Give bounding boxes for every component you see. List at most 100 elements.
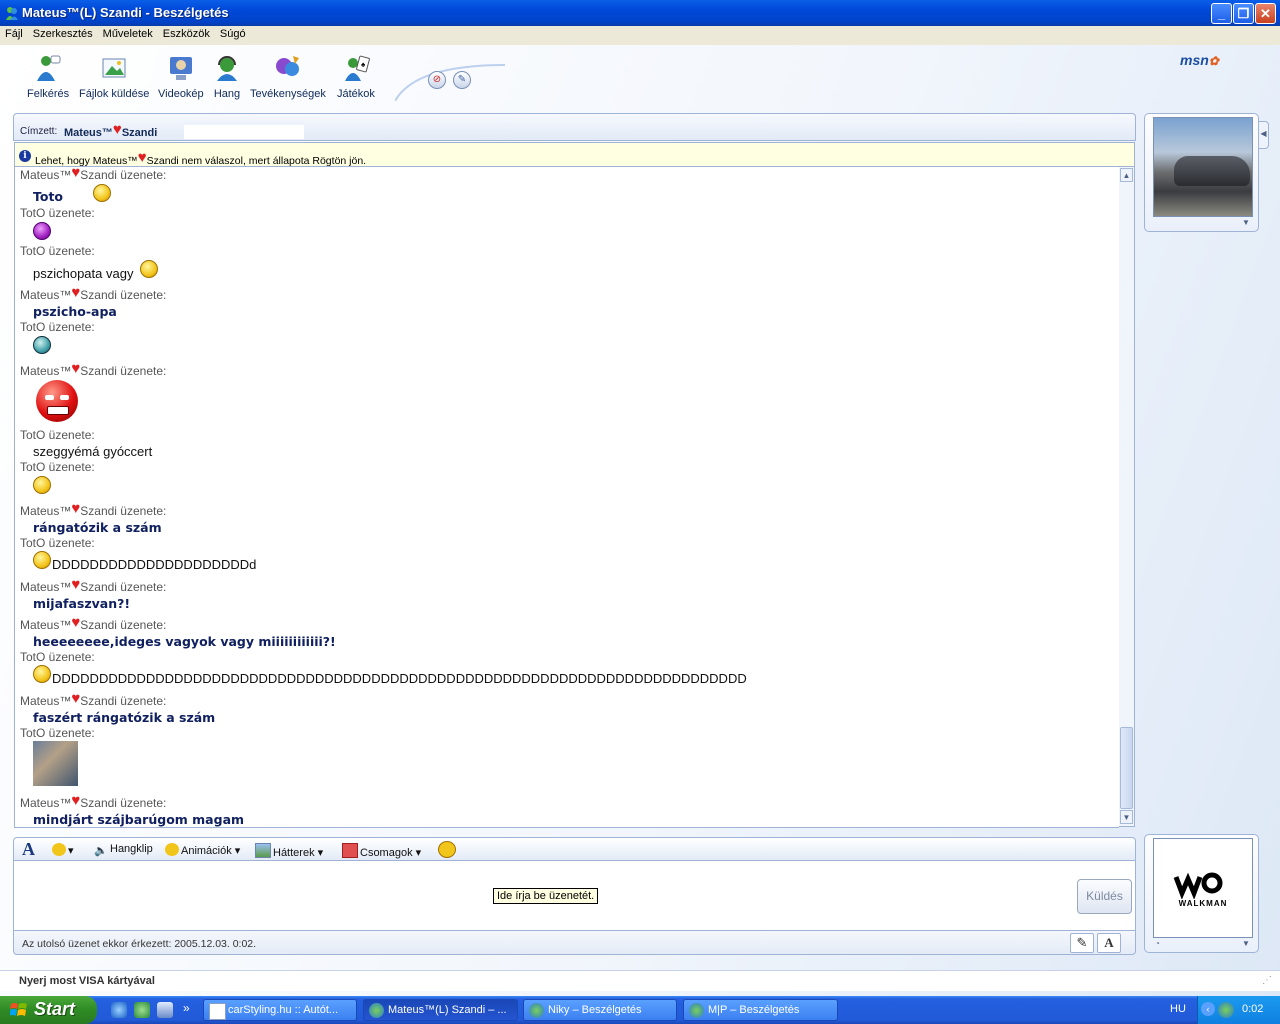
internet-explorer-icon[interactable] xyxy=(111,1002,127,1018)
gift-icon xyxy=(342,843,358,858)
voice-label: Hang xyxy=(213,88,241,100)
contact-name[interactable]: Mateus™ ♥ Szandi xyxy=(64,122,157,139)
messenger-tray-icon[interactable] xyxy=(1218,1002,1234,1018)
heart-icon: ♥ xyxy=(71,576,81,593)
block-button[interactable]: ⊘ xyxy=(428,71,446,89)
sender-label: Mateus™ ♥ Szandi üzenete: xyxy=(20,284,167,302)
handwriting-button[interactable]: ✎ xyxy=(1070,933,1094,953)
message-text: heeeeeeee,ideges vagyok vagy miiiiiiiiii… xyxy=(33,634,336,649)
close-button[interactable]: ✕ xyxy=(1255,3,1276,24)
invite-icon xyxy=(37,55,61,81)
task-mateus-chat[interactable]: Mateus™(L) Szandi – ... xyxy=(363,999,518,1021)
status-warning: i Lehet, hogy Mateus™ ♥ Szandi nem válas… xyxy=(14,142,1135,167)
packs-button[interactable]: Csomagok ▾ xyxy=(342,843,421,859)
messenger-quicklaunch-icon[interactable] xyxy=(134,1002,150,1018)
block-icon: ⊘ xyxy=(432,74,442,85)
wink-icon xyxy=(165,843,179,856)
smile-emoticon xyxy=(140,260,158,278)
nudge-button[interactable] xyxy=(438,841,458,859)
activities-label: Tevékenységek xyxy=(250,88,326,100)
smile-icon xyxy=(52,843,66,856)
brush-icon: ✎ xyxy=(457,74,467,85)
activities-button[interactable]: Tevékenységek xyxy=(250,53,326,100)
sender-label: TotO üzenete: xyxy=(20,320,95,334)
send-files-button[interactable]: Fájlok küldése xyxy=(79,53,149,100)
msn-messenger-icon xyxy=(689,1003,704,1018)
send-button[interactable]: Küldés xyxy=(1077,879,1132,914)
chevron-left-icon[interactable]: ‹ xyxy=(1201,1002,1215,1016)
start-button[interactable]: Start xyxy=(0,996,97,1024)
sender-label: Mateus™ ♥ Szandi üzenete: xyxy=(20,360,167,378)
sender-label: Mateus™ ♥ Szandi üzenete: xyxy=(20,792,167,810)
walkman-ad[interactable]: WALKMAN xyxy=(1153,838,1253,938)
scroll-up-button[interactable]: ▲ xyxy=(1120,168,1133,182)
scroll-thumb[interactable] xyxy=(1120,727,1133,809)
language-indicator[interactable]: HU xyxy=(1170,1003,1186,1015)
task-label: Mateus™(L) Szandi – ... xyxy=(388,1004,507,1016)
sender-label: Mateus™ ♥ Szandi üzenete: xyxy=(20,614,167,632)
task-mp-chat[interactable]: M|P – Beszélgetés xyxy=(683,999,838,1021)
msn-messenger-icon xyxy=(369,1003,384,1018)
task-label: carStyling.hu :: Autót... xyxy=(228,1004,339,1016)
quicklaunch-more[interactable]: » xyxy=(183,1001,190,1015)
title-bar[interactable]: Mateus™(L) Szandi - Beszélgetés _ ❐ ✕ xyxy=(0,0,1280,26)
message-text: DDDDDDDDDDDDDDDDDDDDDd xyxy=(52,557,257,572)
collapse-panel-button[interactable]: ◀ xyxy=(1259,121,1269,149)
video-button[interactable]: Videokép xyxy=(158,53,204,100)
chat-history[interactable]: Mateus™ ♥ Szandi üzenete: Toto TotO üzen… xyxy=(14,167,1119,828)
animations-button[interactable]: Animációk ▾ xyxy=(165,843,240,857)
restore-button[interactable]: ❐ xyxy=(1233,3,1254,24)
invite-button[interactable]: Felkérés xyxy=(27,53,69,100)
sender-label: TotO üzenete: xyxy=(20,536,95,550)
window-title: Mateus™(L) Szandi - Beszélgetés xyxy=(22,5,229,20)
menu-actions[interactable]: Műveletek xyxy=(98,26,158,40)
dropdown-icon[interactable]: ▼ xyxy=(1242,218,1250,227)
format-toolbar: A ▾ 🔈 Hangklip Animációk ▾ Hátterek ▾ Cso… xyxy=(13,837,1136,861)
menu-tools[interactable]: Eszközök xyxy=(158,26,215,40)
resize-grip-icon[interactable]: ⋰ xyxy=(1262,975,1272,986)
task-niky-chat[interactable]: Niky – Beszélgetés xyxy=(523,999,677,1021)
menu-bar: Fájl Szerkesztés Műveletek Eszközök Súgó xyxy=(0,26,1280,46)
bottom-banner-ad[interactable]: Nyerj most VISA kártyával ⋰ xyxy=(0,970,1280,991)
message-text: DDDDDDDDDDDDDDDDDDDDDDDDDDDDDDDDDDDDDDDD… xyxy=(52,671,747,686)
status-bar: Az utolsó üzenet ekkor érkezett: 2005.12… xyxy=(13,931,1136,955)
backgrounds-button[interactable]: Hátterek ▾ xyxy=(255,843,323,859)
walkman-logo-icon xyxy=(1173,872,1223,899)
scroll-down-button[interactable]: ▼ xyxy=(1120,810,1133,824)
show-desktop-icon[interactable] xyxy=(157,1002,173,1018)
heart-icon: ♥ xyxy=(71,614,81,631)
chevron-left-icon: ◀ xyxy=(1260,129,1267,138)
headset-icon xyxy=(217,56,237,81)
chat-scrollbar[interactable]: ▲ ▼ xyxy=(1119,167,1135,827)
nerd-emoticon xyxy=(33,336,51,354)
dropdown-icon[interactable]: ▼ xyxy=(1242,939,1250,948)
minimize-button[interactable]: _ xyxy=(1211,3,1232,24)
contact-display-picture[interactable] xyxy=(1153,117,1253,217)
sender-label: TotO üzenete: xyxy=(20,650,95,664)
menu-help[interactable]: Súgó xyxy=(215,26,251,40)
send-files-label: Fájlok küldése xyxy=(79,88,150,100)
angry-emoticon xyxy=(36,380,78,422)
theme-button[interactable]: ✎ xyxy=(453,71,471,89)
nudge-icon xyxy=(438,841,456,858)
wink-emoticon xyxy=(93,184,111,202)
invite-label: Felkérés xyxy=(27,88,70,100)
banner-text[interactable]: Nyerj most VISA kártyával xyxy=(19,975,155,987)
warning-text: Lehet, hogy Mateus™ ♥ Szandi nem válaszo… xyxy=(35,149,367,167)
games-button[interactable]: ♠ Játékok xyxy=(337,53,375,100)
text-mode-button[interactable]: A xyxy=(1097,933,1121,953)
font-button[interactable]: A xyxy=(22,839,35,860)
clock[interactable]: 0:02 xyxy=(1242,1003,1263,1015)
sender-label: Mateus™ ♥ Szandi üzenete: xyxy=(20,500,167,518)
task-label: Niky – Beszélgetés xyxy=(548,1004,642,1016)
sender-label: TotO üzenete: xyxy=(20,244,95,258)
voice-button[interactable]: Hang xyxy=(212,53,242,100)
menu-file[interactable]: Fájl xyxy=(0,26,28,40)
menu-edit[interactable]: Szerkesztés xyxy=(28,26,98,40)
games-icon: ♠ xyxy=(344,55,370,81)
emoticon-button[interactable]: ▾ xyxy=(52,843,74,857)
smile-emoticon xyxy=(33,476,51,494)
to-field[interactable] xyxy=(184,125,304,139)
voice-clip-button[interactable]: 🔈 Hangklip xyxy=(94,843,153,857)
task-carstyling[interactable]: carStyling.hu :: Autót... xyxy=(203,999,357,1021)
